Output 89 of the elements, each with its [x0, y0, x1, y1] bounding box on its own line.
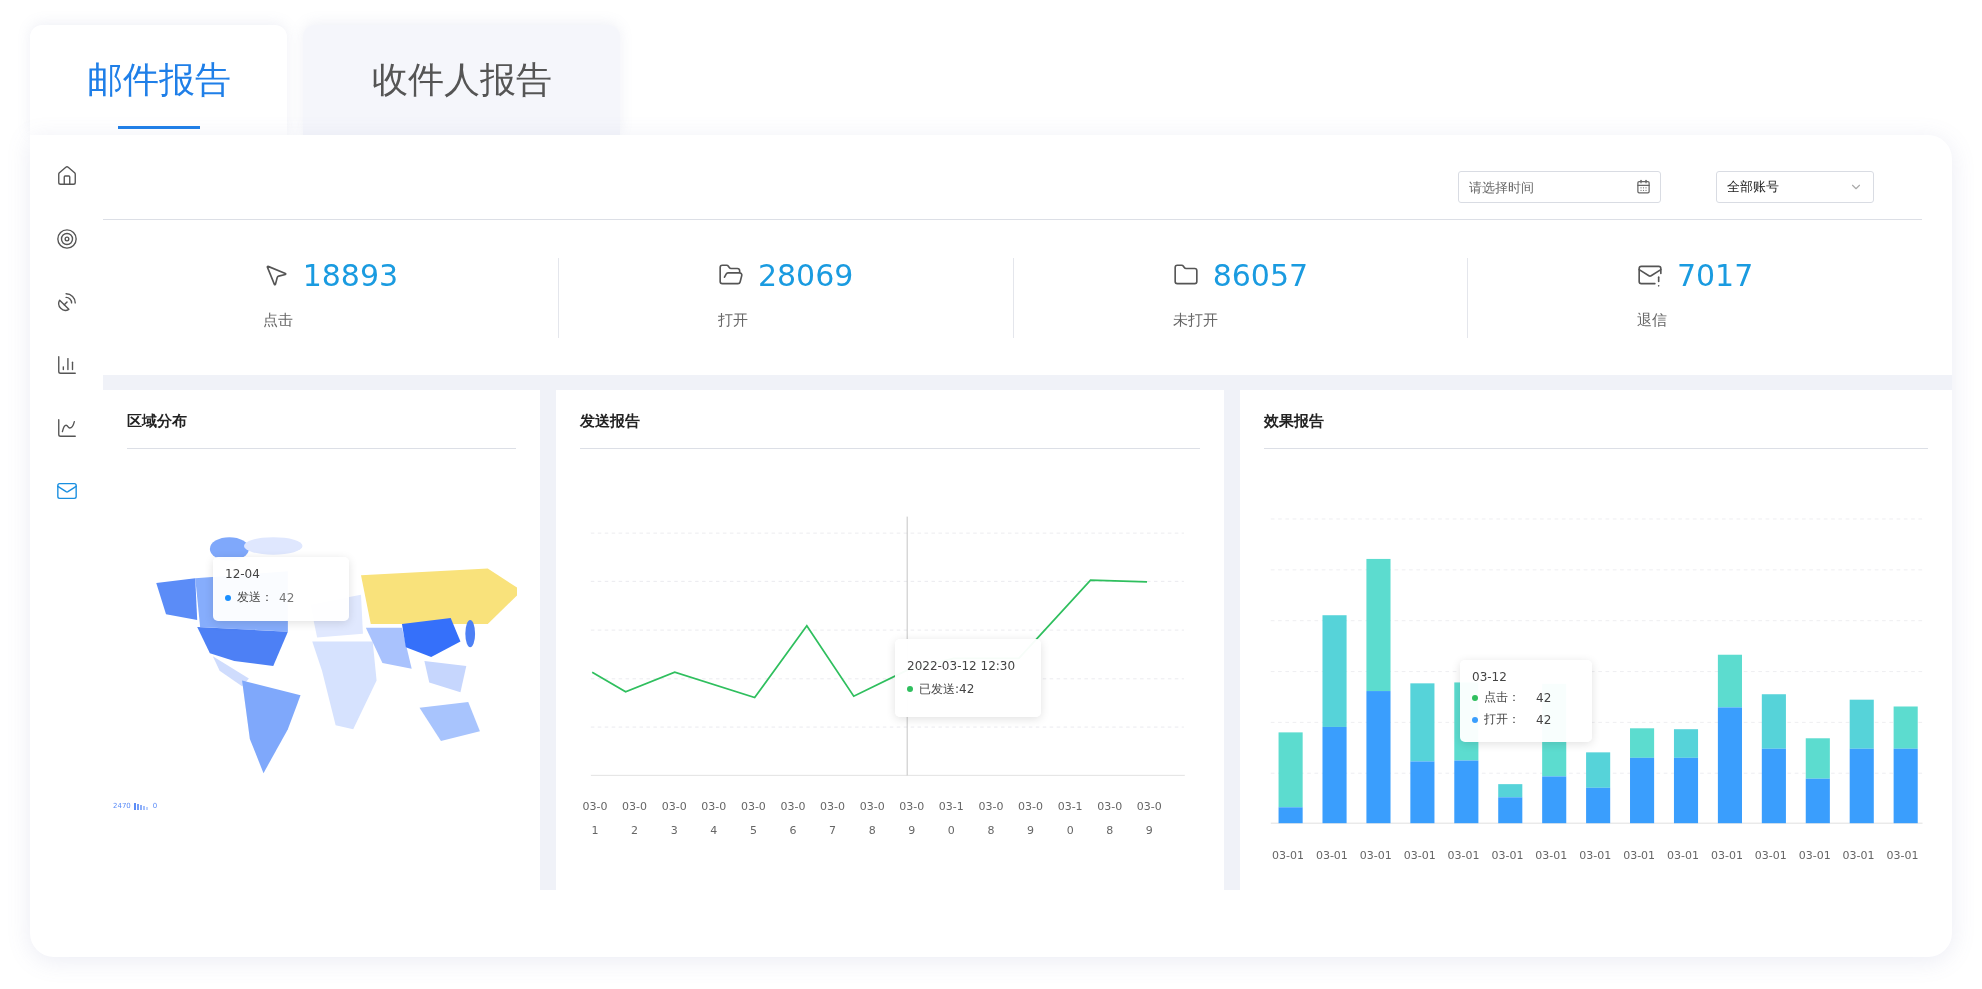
bar-chart-icon [55, 354, 78, 376]
sidebar-item[interactable] [55, 228, 78, 250]
target-icon [55, 228, 78, 250]
sidebar-item[interactable] [55, 291, 78, 313]
tooltip-label: 点击： [1484, 689, 1521, 706]
stat-label: 退信 [1636, 310, 1668, 330]
click-bar-segment [1849, 699, 1874, 749]
stat-value: 7017 [1676, 257, 1754, 293]
account-select[interactable]: 全部账号 [1716, 171, 1874, 203]
axis-label: 03-03 [660, 799, 688, 839]
axis-label: 03-01 [1446, 848, 1481, 864]
axis-label: 03-10 [1056, 799, 1084, 839]
axis-label: 03-09 [1135, 799, 1163, 839]
click-bar-segment [1761, 694, 1786, 749]
axis-label: 03-01 [1753, 848, 1788, 864]
sidebar-item[interactable] [55, 354, 78, 376]
open-bar-segment [1278, 807, 1303, 824]
legend-scale-icon [133, 802, 150, 810]
axis-label: 03-01 [1885, 848, 1920, 864]
date-field[interactable]: 请选择时间 [1458, 171, 1661, 203]
axis-label: 03-01 [1666, 848, 1700, 864]
axis-label: 03-01 [1534, 848, 1569, 864]
tooltip-date: 03-12 [1472, 670, 1508, 684]
axis-label: 03-01 [1402, 848, 1437, 864]
axis-label: 03-09 [1017, 799, 1044, 839]
stat-label: 点击 [262, 310, 294, 330]
axis-label: 03-06 [779, 799, 807, 839]
tooltip-label: 打开： [1484, 711, 1521, 728]
tooltip-value: 42 [1536, 712, 1552, 727]
click-bar-segment [1673, 729, 1699, 758]
open-bar-segment [1410, 761, 1435, 824]
axis-label: 03-08 [1096, 799, 1124, 839]
panel-title: 区域分布 [127, 412, 516, 449]
tab[interactable]: 收件人报告 [303, 25, 620, 135]
panel-title: 效果报告 [1264, 412, 1928, 449]
tooltip-time: 2022-03-12 12:30 [907, 658, 1017, 673]
tooltip-date: 12-04 [225, 567, 261, 581]
calendar-icon [1636, 179, 1651, 194]
home-icon [55, 165, 78, 187]
sidebar-item[interactable] [55, 417, 78, 439]
axis-label: 03-01 [1797, 848, 1832, 864]
open-bar-segment [1805, 778, 1830, 824]
stat-value: 18893 [302, 257, 399, 293]
axis-label: 03-01 [1490, 848, 1525, 864]
click-bar-segment [1498, 784, 1523, 798]
axis-label: 03-01 [1358, 848, 1393, 864]
stat-value: 86057 [1212, 257, 1309, 293]
axis-label: 03-10 [937, 799, 965, 839]
click-bar-segment [1893, 706, 1918, 749]
axis-label: 03-02 [621, 799, 649, 839]
click-bar-segment [1717, 654, 1742, 708]
axis-label: 03-01 [1841, 848, 1876, 864]
mail-icon [55, 480, 78, 502]
axis-label: 03-08 [858, 799, 886, 839]
open-bar-segment [1630, 757, 1655, 824]
axis-label: 03-01 [1709, 848, 1744, 864]
axis-label: 03-05 [739, 799, 767, 839]
tooltip-label: 发送： [237, 589, 273, 606]
open-bar-segment [1454, 760, 1479, 824]
axis-label: 03-09 [898, 799, 926, 839]
open-bar-segment [1542, 776, 1567, 824]
sidebar-item[interactable] [55, 165, 78, 187]
tooltip-label: 已发送:42 [919, 680, 975, 698]
panel-title: 发送报告 [580, 412, 1200, 449]
tooltip-value: 42 [279, 590, 295, 605]
axis-label: 03-01 [1578, 848, 1613, 864]
axis-label: 03-01 [1271, 848, 1305, 864]
tab[interactable]: 邮件报告 [30, 25, 287, 135]
axis-label: 03-01 [581, 799, 609, 839]
axis-label: 03-07 [819, 799, 847, 839]
chart-icon [55, 417, 78, 439]
axis-label: 03-01 [1622, 848, 1657, 864]
axis-label: 03-04 [700, 799, 728, 839]
click-bar-segment [1805, 738, 1830, 779]
stat-label: 打开 [717, 310, 749, 330]
click-bar-segment [1630, 728, 1655, 758]
stat-value: 28069 [757, 257, 854, 293]
open-bar-segment [1498, 797, 1523, 824]
click-bar-segment [1586, 752, 1611, 788]
series-dot [225, 594, 231, 601]
stat-label: 未打开 [1172, 310, 1219, 330]
sidebar-item[interactable] [55, 480, 78, 502]
open-bar-segment [1673, 757, 1699, 824]
series-dot [907, 686, 913, 692]
tooltip-value: 42 [1536, 690, 1552, 705]
axis-label: 03-01 [1314, 848, 1349, 864]
axis-label: 03-08 [977, 799, 1005, 839]
open-bar-segment [1586, 787, 1611, 824]
satellite-dish-icon [55, 291, 78, 313]
